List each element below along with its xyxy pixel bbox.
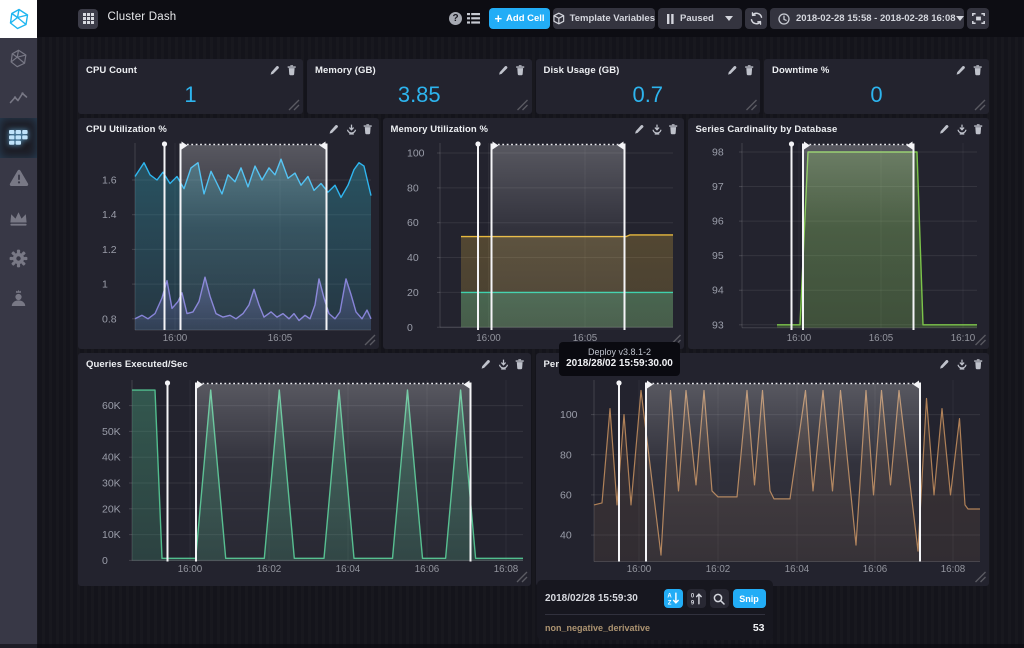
svg-text:16:06: 16:06 [415, 564, 440, 575]
svg-text:40K: 40K [102, 452, 121, 464]
svg-text:100: 100 [407, 148, 425, 160]
svg-text:95: 95 [712, 250, 724, 262]
svg-text:10K: 10K [102, 529, 121, 541]
svg-text:97: 97 [712, 181, 724, 193]
svg-text:40: 40 [560, 530, 572, 542]
svg-text:0: 0 [407, 322, 413, 334]
svg-text:1.2: 1.2 [102, 244, 117, 256]
svg-text:9: 9 [690, 600, 694, 605]
svg-text:60: 60 [560, 489, 572, 501]
svg-text:Z: Z [667, 600, 671, 605]
svg-text:80: 80 [560, 449, 572, 461]
svg-text:16:05: 16:05 [268, 333, 293, 344]
svg-text:50K: 50K [102, 426, 121, 438]
svg-text:16:10: 16:10 [950, 333, 975, 344]
svg-text:93: 93 [712, 319, 724, 331]
svg-text:0.8: 0.8 [102, 313, 117, 325]
svg-text:100: 100 [560, 409, 578, 421]
svg-text:16:00: 16:00 [786, 333, 811, 344]
svg-text:16:00: 16:00 [476, 333, 501, 344]
svg-text:A: A [667, 594, 672, 600]
svg-text:16:08: 16:08 [494, 564, 519, 575]
svg-text:0: 0 [102, 555, 108, 567]
svg-text:16:04: 16:04 [784, 564, 809, 575]
svg-text:94: 94 [712, 285, 724, 297]
svg-text:16:00: 16:00 [178, 564, 203, 575]
svg-text:20: 20 [407, 287, 419, 299]
svg-text:16:02: 16:02 [705, 564, 730, 575]
svg-text:40: 40 [407, 252, 419, 264]
svg-text:30K: 30K [102, 478, 121, 490]
svg-text:16:00: 16:00 [626, 564, 651, 575]
svg-text:96: 96 [712, 216, 724, 228]
svg-text:16:00: 16:00 [163, 333, 188, 344]
svg-text:60: 60 [407, 217, 419, 229]
svg-text:16:06: 16:06 [862, 564, 887, 575]
svg-text:98: 98 [712, 147, 724, 159]
svg-text:1.6: 1.6 [102, 175, 117, 187]
svg-text:16:05: 16:05 [868, 333, 893, 344]
svg-text:1.4: 1.4 [102, 209, 117, 221]
svg-text:60K: 60K [102, 400, 121, 412]
svg-text:20K: 20K [102, 503, 121, 515]
svg-text:16:04: 16:04 [336, 564, 361, 575]
svg-text:16:02: 16:02 [257, 564, 282, 575]
svg-text:80: 80 [407, 182, 419, 194]
svg-text:1: 1 [102, 279, 108, 291]
svg-text:16:08: 16:08 [940, 564, 965, 575]
svg-text:0: 0 [690, 594, 694, 600]
